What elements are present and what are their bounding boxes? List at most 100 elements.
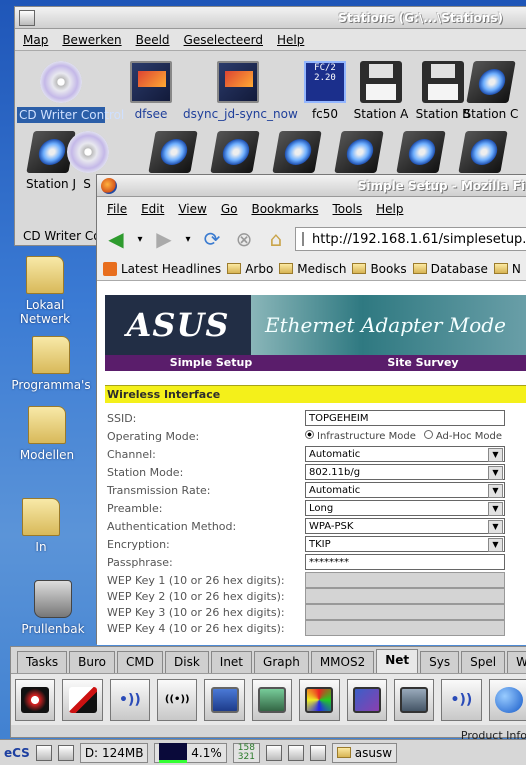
wireless-card-icon[interactable]: ((•)) [157, 678, 198, 721]
station-icon-c[interactable]: Station C [461, 61, 521, 121]
back-dropdown-icon[interactable]: ▾ [135, 226, 145, 252]
dock-tab-graph[interactable]: Graph [254, 651, 309, 673]
station-icon-cd-writer[interactable]: CD Writer Control [17, 61, 124, 123]
tray-icon[interactable] [309, 744, 326, 761]
dock-tab-win[interactable]: Win [507, 651, 526, 673]
tray-icon[interactable] [287, 744, 304, 761]
monitor-icon[interactable] [299, 678, 340, 721]
dock-tab-spel[interactable]: Spel [461, 651, 506, 673]
radio-adhoc[interactable]: Ad-Hoc Mode [423, 430, 503, 442]
ssid-input[interactable]: TOPGEHEIM [305, 410, 505, 426]
desktop-icon-prullenbak[interactable]: Prullenbak [8, 580, 98, 636]
cpu-monitor[interactable]: 4.1% [154, 742, 227, 763]
menu-view[interactable]: View [178, 202, 206, 216]
transmission-rate-select[interactable]: Automatic [305, 482, 505, 498]
bookmark-label: Database [430, 261, 488, 276]
memory-meter[interactable]: 158 321 [232, 742, 260, 763]
computer-icon[interactable] [204, 678, 245, 721]
field-label: Operating Mode: [107, 429, 200, 443]
desktop-icon-lokaal-netwerk[interactable]: Lokaal Netwerk [0, 256, 90, 326]
network-icon[interactable] [251, 678, 293, 721]
url-bar[interactable]: http://192.168.1.61/simplesetup.a [295, 227, 526, 251]
tab-site-survey[interactable]: Site Survey [317, 355, 526, 371]
info-icon [130, 61, 172, 103]
back-arrow-icon[interactable]: ◀ [103, 226, 129, 252]
bookmark-database[interactable]: Database [412, 261, 488, 276]
bookmark-books[interactable]: Books [352, 262, 407, 276]
station-mode-select[interactable]: 802.11b/g [305, 464, 505, 480]
nc-icon[interactable] [15, 678, 56, 721]
preamble-select[interactable]: Long [305, 500, 505, 516]
menu-help[interactable]: Help [277, 33, 304, 47]
dock-tab-cmd[interactable]: CMD [117, 651, 163, 673]
rss-icon [103, 261, 117, 276]
reload-icon[interactable]: ⟳ [199, 226, 225, 252]
station-icon-dsync[interactable]: dsync_jd-sync_now [183, 61, 298, 121]
wifi-icon[interactable]: •)) [109, 678, 151, 721]
station-icon[interactable] [439, 131, 526, 177]
menu-file[interactable]: File [107, 202, 127, 216]
dock-tab-tasks[interactable]: Tasks [17, 651, 68, 673]
dock-tab-sys[interactable]: Sys [420, 651, 460, 673]
folder-icon [22, 498, 60, 536]
menu-beeld[interactable]: Beeld [136, 33, 170, 47]
radio-infrastructure[interactable]: Infrastructure Mode [305, 430, 416, 442]
bookmark-label: Medisch [297, 261, 347, 276]
window-list-icon[interactable] [35, 744, 52, 761]
search-icon[interactable] [57, 744, 74, 761]
dock-tab-net[interactable]: Net [376, 649, 419, 673]
tab-simple-setup[interactable]: Simple Setup [105, 355, 317, 371]
bookmark-latest-headlines[interactable]: Latest Headlines [103, 261, 221, 276]
menu-edit[interactable]: Edit [141, 202, 164, 216]
station-icon-dfsee[interactable]: dfsee [107, 61, 195, 121]
wep-key-3-input [305, 604, 505, 620]
ecs-logo-icon[interactable]: eCS [4, 746, 30, 760]
channel-select[interactable]: Automatic [305, 446, 505, 462]
forward-dropdown-icon[interactable]: ▾ [183, 226, 193, 252]
dock-tab-buro[interactable]: Buro [69, 651, 116, 673]
stop-icon[interactable]: ⊗ [231, 226, 257, 252]
bookmark-arbo[interactable]: Arbo [227, 262, 273, 276]
menu-bewerken[interactable]: Bewerken [62, 33, 121, 47]
dock-tab-disk[interactable]: Disk [165, 651, 209, 673]
edit-icon[interactable] [346, 678, 387, 721]
meter-bottom: 321 [237, 751, 255, 762]
globe-icon[interactable] [488, 678, 526, 721]
field-label: Authentication Method: [107, 519, 237, 533]
desktop-icon-modellen[interactable]: Modellen [2, 406, 92, 462]
dock-tab-mmos2[interactable]: MMOS2 [310, 651, 375, 673]
menu-geselecteerd[interactable]: Geselecteerd [184, 33, 263, 47]
wifi-small-icon[interactable]: •)) [441, 678, 482, 721]
desktop-icon-programmas[interactable]: Programma's [6, 336, 96, 392]
field-label: WEP Key 1 (10 or 26 hex digits): [107, 573, 285, 587]
passphrase-input[interactable]: ******** [305, 554, 505, 570]
authentication-select[interactable]: WPA-PSK [305, 518, 505, 534]
desktop-icon-in[interactable]: In [0, 498, 86, 554]
drive-monitor[interactable]: D: 124MB [79, 742, 149, 763]
setup-tabs: Simple Setup Site Survey [105, 355, 526, 371]
menu-map[interactable]: Map [23, 33, 48, 47]
tray-icon[interactable] [265, 744, 282, 761]
menu-bookmarks[interactable]: Bookmarks [251, 202, 318, 216]
home-icon[interactable]: ⌂ [263, 226, 289, 252]
drive-icon [458, 131, 508, 173]
nc-red-icon[interactable] [62, 678, 103, 721]
lan-icon[interactable] [393, 678, 435, 721]
dock-tab-inet[interactable]: Inet [210, 651, 253, 673]
radio-label: Ad-Hoc Mode [435, 431, 503, 442]
mozilla-titlebar[interactable]: Simple Setup - Mozilla Fir [97, 175, 526, 197]
folder-icon[interactable] [19, 9, 35, 26]
task-button[interactable]: asusw [331, 742, 398, 763]
menu-go[interactable]: Go [221, 202, 238, 216]
stations-titlebar[interactable]: Stations (G:\...\Stations) [15, 7, 526, 29]
firefox-icon[interactable] [101, 177, 117, 194]
encryption-select[interactable]: TKIP [305, 536, 505, 552]
menu-tools[interactable]: Tools [333, 202, 363, 216]
bookmark-medisch[interactable]: Medisch [279, 262, 346, 276]
stations-menubar: Map Bewerken Beeld Geselecteerd Help [15, 29, 526, 51]
forward-arrow-icon[interactable]: ▶ [151, 226, 177, 252]
bookmark-n[interactable]: N [493, 262, 521, 276]
drive-letter: D: [84, 745, 99, 760]
menu-help[interactable]: Help [376, 202, 403, 216]
form-row-wep-key-4: WEP Key 4 (10 or 26 hex digits): [107, 619, 526, 637]
